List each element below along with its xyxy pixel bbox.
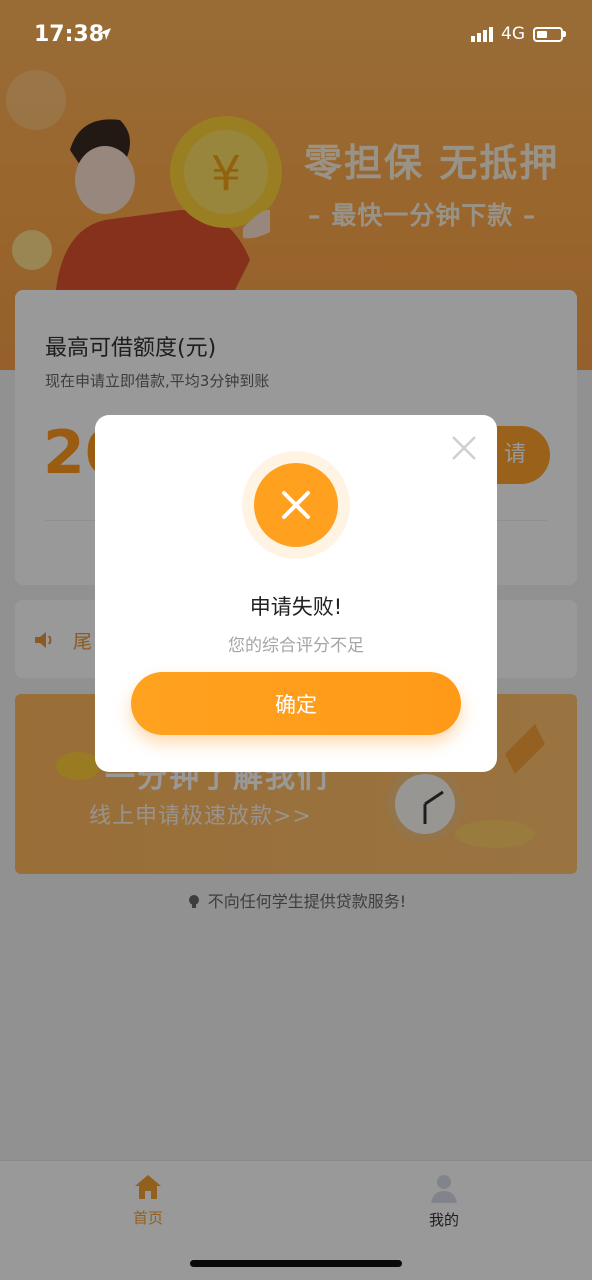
battery-icon xyxy=(533,26,566,42)
close-icon[interactable] xyxy=(449,433,479,463)
error-x-icon xyxy=(282,491,310,519)
failure-dialog: 申请失败! 您的综合评分不足 确定 xyxy=(95,415,497,772)
status-indicators: 4G xyxy=(471,24,566,44)
dialog-message: 您的综合评分不足 xyxy=(228,636,364,656)
dialog-title: 申请失败! xyxy=(249,595,343,619)
location-icon xyxy=(98,26,112,45)
signal-icon xyxy=(471,26,493,42)
error-badge xyxy=(242,451,350,559)
status-time: 17:38 xyxy=(34,22,105,47)
status-bar: 17:38 4G xyxy=(0,0,592,70)
confirm-button[interactable]: 确定 xyxy=(131,672,461,735)
network-type: 4G xyxy=(501,24,525,44)
